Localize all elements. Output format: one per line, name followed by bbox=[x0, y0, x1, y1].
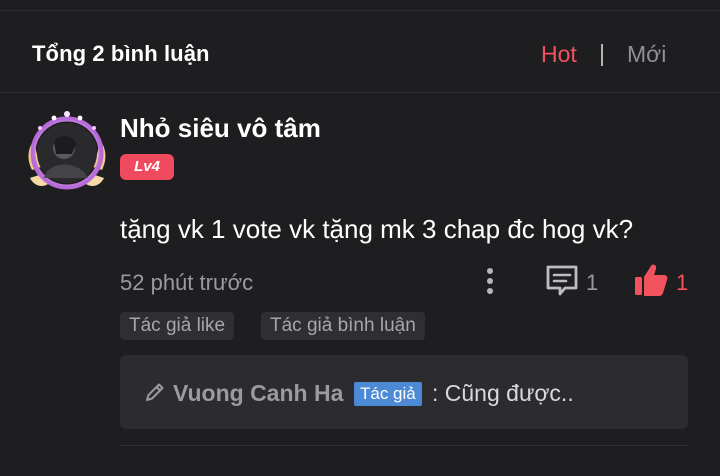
comment-bubble-icon[interactable] bbox=[544, 264, 580, 298]
comment-timestamp: 52 phút trước bbox=[120, 270, 254, 295]
reply-text: : Cũng được.. bbox=[432, 380, 574, 406]
sort-separator: | bbox=[599, 40, 605, 66]
header-divider bbox=[0, 92, 720, 93]
comment-username[interactable]: Nhỏ siêu vô tâm bbox=[120, 113, 321, 144]
comment-divider bbox=[120, 445, 688, 446]
reply-author-name[interactable]: Vuong Canh Ha bbox=[173, 380, 343, 407]
comments-header: Tổng 2 bình luận Hot | Mới bbox=[0, 14, 720, 92]
sort-hot-tab[interactable]: Hot bbox=[541, 41, 577, 68]
thumbs-up-icon[interactable] bbox=[633, 262, 669, 298]
comment-meta-row: 52 phút trước 1 1 bbox=[120, 260, 700, 304]
more-vertical-icon[interactable] bbox=[482, 266, 498, 296]
level-badge: Lv4 bbox=[120, 154, 174, 180]
tag-author-replied: Tác giả bình luận bbox=[261, 312, 425, 340]
author-badge: Tác giả bbox=[354, 382, 422, 406]
comment-text: tặng vk 1 vote vk tặng mk 3 chap đc hog … bbox=[120, 214, 634, 244]
top-divider bbox=[0, 10, 720, 11]
like-count: 1 bbox=[676, 270, 689, 295]
sort-new-tab[interactable]: Mới bbox=[627, 41, 666, 68]
author-reply[interactable]: Vuong Canh Ha Tác giả : Cũng được.. bbox=[120, 355, 688, 429]
comments-count-title: Tổng 2 bình luận bbox=[32, 41, 210, 66]
reply-count: 1 bbox=[586, 270, 599, 295]
pencil-icon bbox=[146, 383, 164, 401]
avatar[interactable] bbox=[24, 108, 110, 194]
tag-author-liked: Tác giả like bbox=[120, 312, 235, 340]
